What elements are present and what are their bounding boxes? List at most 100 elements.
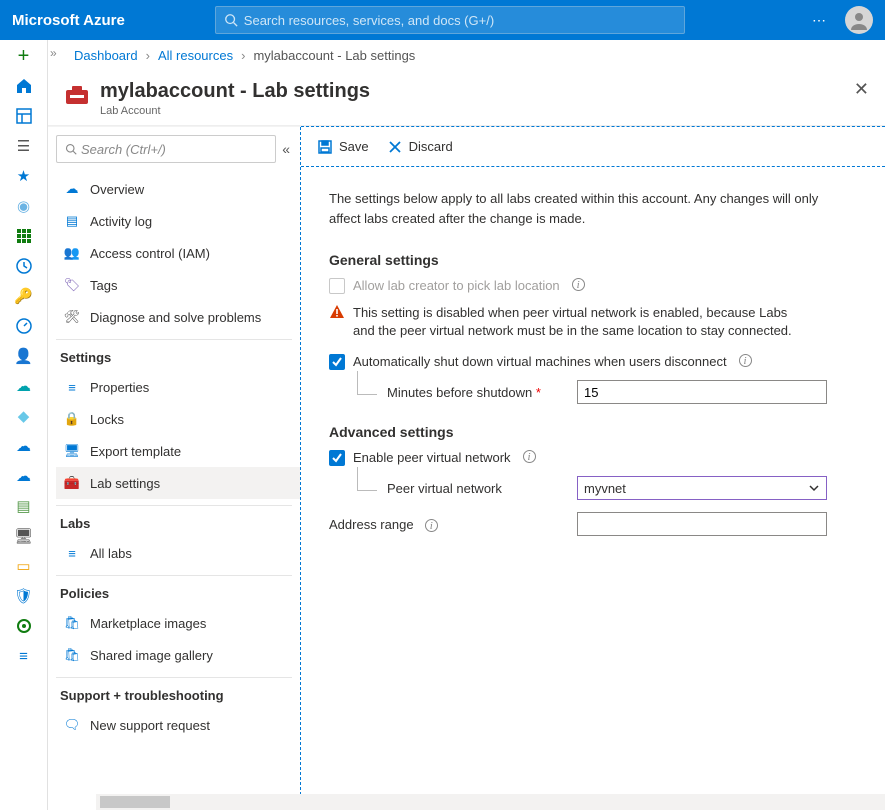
breadcrumb-all-resources[interactable]: All resources	[158, 48, 233, 63]
auto-shutdown-label: Automatically shut down virtual machines…	[353, 354, 727, 369]
content-pane: Save Discard The settings below apply to…	[301, 126, 885, 810]
log-icon: ▤	[64, 213, 80, 229]
sliders-icon: ≡	[64, 380, 80, 395]
rail-item-icon[interactable]: ◉	[14, 196, 34, 216]
toolbar: Save Discard	[301, 127, 885, 167]
bag-icon: 🛍	[64, 615, 80, 631]
expand-rail-icon[interactable]: »	[50, 46, 57, 60]
enable-peer-label: Enable peer virtual network	[353, 450, 511, 465]
advanced-settings-heading: Advanced settings	[329, 424, 857, 440]
top-bar: Microsoft Azure ⋯	[0, 0, 885, 40]
discard-button[interactable]: Discard	[387, 139, 453, 155]
address-range-input[interactable]	[577, 512, 827, 536]
support-icon: 🗨	[64, 717, 80, 733]
peer-vnet-dropdown[interactable]: myvnet	[577, 476, 827, 500]
rail-bars-icon[interactable]: ▤	[14, 496, 34, 516]
sidebar-section-settings: Settings	[56, 340, 300, 371]
address-range-label: Address range i	[329, 517, 577, 533]
sidebar-item-lab-settings[interactable]: 🧰Lab settings	[56, 467, 300, 499]
rail-clock-icon[interactable]	[14, 256, 34, 276]
sidebar-item-overview[interactable]: ☁Overview	[56, 173, 300, 205]
left-rail: + ☰ ★ ◉ 🔑 👤 ☁ ◆ ☁ ☁ ▤ 🖥 ▭ 🛡 ≡	[0, 40, 48, 810]
collapse-sidebar-icon[interactable]: «	[282, 141, 290, 157]
save-icon	[317, 139, 333, 155]
rail-cloud-icon[interactable]: ☁	[14, 376, 34, 396]
rail-shield-icon[interactable]: 🛡	[14, 586, 34, 606]
sidebar-item-locks[interactable]: 🔒Locks	[56, 403, 300, 435]
sidebar-item-activity[interactable]: ▤Activity log	[56, 205, 300, 237]
sidebar-section-labs: Labs	[56, 506, 300, 537]
description-text: The settings below apply to all labs cre…	[329, 189, 819, 228]
breadcrumb-current: mylabaccount - Lab settings	[253, 48, 415, 63]
export-icon: 🖥	[64, 443, 80, 459]
sidebar-item-diagnose[interactable]: 🛠Diagnose and solve problems	[56, 301, 300, 333]
info-icon[interactable]: i	[523, 450, 536, 463]
rail-diamond-icon[interactable]: ◆	[14, 406, 34, 426]
sidebar-search[interactable]	[56, 135, 276, 163]
rail-circle-icon[interactable]	[14, 616, 34, 636]
sidebar-item-tags[interactable]: 🏷Tags	[56, 269, 300, 301]
close-icon[interactable]: ✕	[854, 80, 869, 98]
sidebar-search-input[interactable]	[81, 142, 267, 157]
info-icon[interactable]: i	[572, 278, 585, 291]
info-icon[interactable]: i	[739, 354, 752, 367]
brand: Microsoft Azure	[12, 12, 125, 29]
search-icon	[224, 13, 238, 27]
sidebar-section-policies: Policies	[56, 576, 300, 607]
briefcase-icon: 🧰	[64, 475, 80, 491]
rail-gauge-icon[interactable]	[14, 316, 34, 336]
warning-icon	[329, 304, 345, 340]
resource-sidebar: « ☁Overview ▤Activity log 👥Access contro…	[48, 127, 301, 810]
rail-lines-icon[interactable]: ≡	[14, 646, 34, 666]
general-settings-heading: General settings	[329, 252, 857, 268]
cloud-icon: ☁	[64, 181, 80, 197]
avatar[interactable]	[845, 6, 873, 34]
people-icon: 👥	[64, 245, 80, 261]
discard-icon	[387, 139, 403, 155]
lab-account-icon	[64, 82, 90, 111]
lock-icon: 🔒	[64, 411, 80, 427]
rail-monitor-icon[interactable]: 🖥	[14, 526, 34, 546]
sidebar-item-export[interactable]: 🖥Export template	[56, 435, 300, 467]
horizontal-scrollbar[interactable]	[96, 794, 885, 810]
rail-list-icon[interactable]: ☰	[14, 136, 34, 156]
warning-text: This setting is disabled when peer virtu…	[353, 304, 809, 340]
auto-shutdown-checkbox[interactable]	[329, 354, 345, 370]
sidebar-item-shared-gallery[interactable]: 🛍Shared image gallery	[56, 639, 300, 671]
sidebar-item-properties[interactable]: ≡Properties	[56, 371, 300, 403]
rail-add-icon[interactable]: +	[14, 46, 34, 66]
search-icon	[65, 143, 77, 155]
global-search[interactable]	[215, 6, 685, 34]
rail-dashboard-icon[interactable]	[14, 106, 34, 126]
rail-person-icon[interactable]: 👤	[14, 346, 34, 366]
rail-cloud2-icon[interactable]: ☁	[14, 436, 34, 456]
rail-cloud3-icon[interactable]: ☁	[14, 466, 34, 486]
rail-home-icon[interactable]	[14, 76, 34, 96]
rail-key-icon[interactable]: 🔑	[14, 286, 34, 306]
breadcrumb: Dashboard › All resources › mylabaccount…	[48, 40, 885, 70]
sidebar-item-iam[interactable]: 👥Access control (IAM)	[56, 237, 300, 269]
breadcrumb-dashboard[interactable]: Dashboard	[74, 48, 138, 63]
list-icon: ≡	[64, 546, 80, 561]
tag-icon: 🏷	[64, 277, 80, 293]
wrench-icon: 🛠	[64, 309, 80, 325]
info-icon[interactable]: i	[425, 519, 438, 532]
more-icon[interactable]: ⋯	[812, 12, 827, 29]
connector-line	[357, 467, 377, 491]
sidebar-section-support: Support + troubleshooting	[56, 678, 300, 709]
gallery-icon: 🛍	[64, 647, 80, 663]
connector-line	[357, 371, 377, 395]
sidebar-item-new-request[interactable]: 🗨New support request	[56, 709, 300, 741]
save-button[interactable]: Save	[317, 139, 369, 155]
chevron-right-icon: ›	[241, 48, 245, 63]
sidebar-item-all-labs[interactable]: ≡All labs	[56, 537, 300, 569]
enable-peer-checkbox[interactable]	[329, 450, 345, 466]
minutes-input[interactable]	[577, 380, 827, 404]
chevron-down-icon	[808, 482, 820, 494]
rail-grid-icon[interactable]	[14, 226, 34, 246]
rail-card-icon[interactable]: ▭	[14, 556, 34, 576]
sidebar-item-marketplace[interactable]: 🛍Marketplace images	[56, 607, 300, 639]
rail-star-icon[interactable]: ★	[14, 166, 34, 186]
global-search-input[interactable]	[244, 13, 676, 28]
page-title: mylabaccount - Lab settings	[100, 80, 370, 103]
